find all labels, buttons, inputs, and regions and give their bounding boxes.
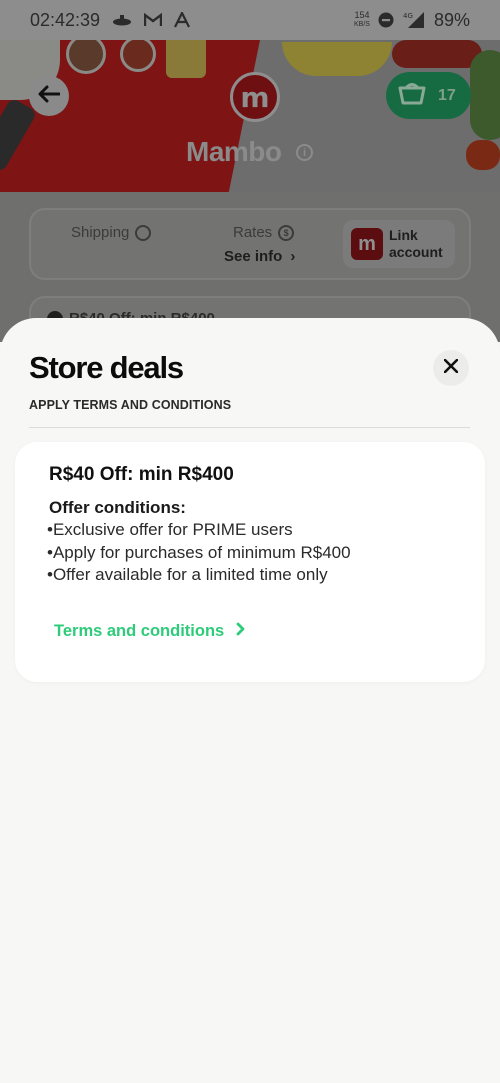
basket-icon — [398, 81, 426, 110]
shipping-info[interactable]: Shipping — [71, 224, 152, 241]
mambo-plus-logo: m — [351, 228, 383, 260]
pepper-image — [466, 140, 500, 170]
network-type: 4G — [403, 12, 413, 20]
deal-title: R$40 Off: min R$400 — [49, 464, 234, 485]
pasta-image — [166, 40, 206, 78]
link-account-line2: account — [389, 244, 443, 260]
store-logo: m — [230, 72, 280, 122]
status-bar: 02:42:39 154 KB/S 4G 89% — [0, 0, 500, 40]
info-icon[interactable]: i — [296, 144, 313, 161]
offer-conditions-title: Offer conditions: — [49, 498, 186, 517]
condition-item: •Apply for purchases of minimum R$400 — [47, 542, 351, 562]
dollar-icon: $ — [278, 224, 295, 241]
link-account-button[interactable]: m Link account — [343, 220, 455, 268]
status-time: 02:42:39 — [30, 9, 101, 30]
chevron-right-icon — [236, 622, 245, 641]
divider — [29, 427, 470, 428]
see-info-label: See info — [224, 248, 283, 265]
signal-icon: 4G — [402, 11, 426, 29]
cart-button[interactable]: 17 — [386, 72, 471, 119]
condition-item: •Exclusive offer for PRIME users — [47, 520, 293, 539]
net-speed-value: 154 — [354, 10, 370, 20]
back-button[interactable] — [29, 76, 69, 116]
net-speed: 154 KB/S — [354, 11, 370, 29]
rates-label: Rates — [233, 224, 273, 241]
close-button[interactable] — [433, 350, 469, 386]
battery-level: 89% — [433, 9, 470, 30]
banana-image — [282, 42, 392, 76]
shipping-label: Shipping — [71, 224, 130, 241]
cart-count: 17 — [438, 86, 456, 104]
condition-item: •Offer available for a limited time only — [47, 565, 328, 584]
tomatoes-image — [392, 40, 482, 68]
store-deals-sheet: Store deals APPLY TERMS AND CONDITIONS R… — [0, 318, 500, 1083]
store-info-card: Shipping Rates $ See info › m Link accou… — [29, 208, 471, 280]
clock-icon — [135, 224, 152, 241]
submarine-icon — [112, 14, 132, 26]
close-icon — [443, 358, 459, 378]
rates-info[interactable]: Rates $ — [233, 224, 295, 241]
see-info-link[interactable]: See info › — [224, 248, 295, 265]
store-hero-banner: m Mambo i 17 — [0, 40, 500, 192]
do-not-disturb-icon — [378, 12, 394, 28]
terms-and-conditions-link[interactable]: Terms and conditions — [54, 622, 245, 641]
net-speed-unit: KB/S — [354, 21, 370, 28]
arrow-left-icon — [38, 85, 61, 108]
gmail-icon — [144, 13, 163, 27]
sheet-title: Store deals — [29, 350, 184, 385]
store-name: Mambo — [186, 136, 282, 167]
font-a-icon — [174, 12, 191, 28]
deal-card: R$40 Off: min R$400 Offer conditions: •E… — [15, 442, 485, 682]
link-account-line1: Link — [389, 227, 418, 243]
offer-conditions-list: •Exclusive offer for PRIME users •Apply … — [47, 519, 351, 587]
terms-link-label: Terms and conditions — [54, 622, 225, 640]
chevron-right-icon: › — [290, 248, 296, 265]
store-logo-letter: m — [240, 80, 270, 114]
sheet-subtitle: APPLY TERMS AND CONDITIONS — [29, 398, 232, 412]
link-account-label: Link account — [389, 227, 443, 261]
greens-image — [470, 50, 500, 140]
